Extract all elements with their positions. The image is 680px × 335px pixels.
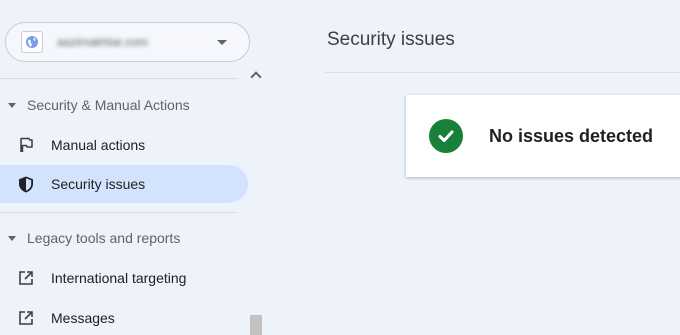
section-legacy-tools[interactable]: Legacy tools and reports bbox=[8, 230, 180, 246]
section-security-manual-actions[interactable]: Security & Manual Actions bbox=[8, 97, 190, 113]
scroll-up-icon[interactable] bbox=[250, 71, 262, 83]
sidebar-item-messages[interactable]: Messages bbox=[0, 299, 248, 335]
sidebar-item-manual-actions[interactable]: Manual actions bbox=[0, 126, 248, 164]
divider bbox=[0, 212, 237, 213]
caret-down-icon bbox=[8, 102, 16, 108]
property-domain: aazimakhtar.com bbox=[57, 35, 148, 49]
external-link-icon bbox=[17, 309, 35, 327]
section-label: Legacy tools and reports bbox=[27, 230, 181, 246]
caret-down-icon bbox=[8, 235, 16, 241]
sidebar-item-label: International targeting bbox=[51, 270, 187, 286]
section-label: Security & Manual Actions bbox=[27, 97, 190, 113]
divider bbox=[325, 72, 680, 73]
sidebar-item-label: Security issues bbox=[51, 176, 146, 192]
sidebar-item-security-issues[interactable]: Security issues bbox=[0, 165, 248, 203]
sidebar-item-label: Manual actions bbox=[51, 137, 146, 153]
external-link-icon bbox=[17, 269, 35, 287]
flag-icon bbox=[17, 136, 35, 154]
sidebar: aazimakhtar.com Security & Manual Action… bbox=[0, 0, 265, 335]
status-text: No issues detected bbox=[489, 125, 654, 146]
sidebar-item-label: Messages bbox=[51, 310, 115, 326]
property-selector[interactable]: aazimakhtar.com bbox=[5, 22, 250, 62]
check-circle-icon bbox=[429, 119, 463, 153]
sidebar-item-international-targeting[interactable]: International targeting bbox=[0, 259, 248, 297]
globe-icon bbox=[21, 31, 43, 53]
chevron-down-icon[interactable] bbox=[217, 39, 227, 45]
shield-icon bbox=[17, 175, 35, 193]
status-card: No issues detected bbox=[406, 95, 680, 177]
page-title: Security issues bbox=[327, 29, 455, 50]
scroll-thumb[interactable] bbox=[250, 315, 262, 335]
sidebar-scrollbar[interactable] bbox=[249, 70, 263, 335]
divider bbox=[0, 78, 237, 79]
